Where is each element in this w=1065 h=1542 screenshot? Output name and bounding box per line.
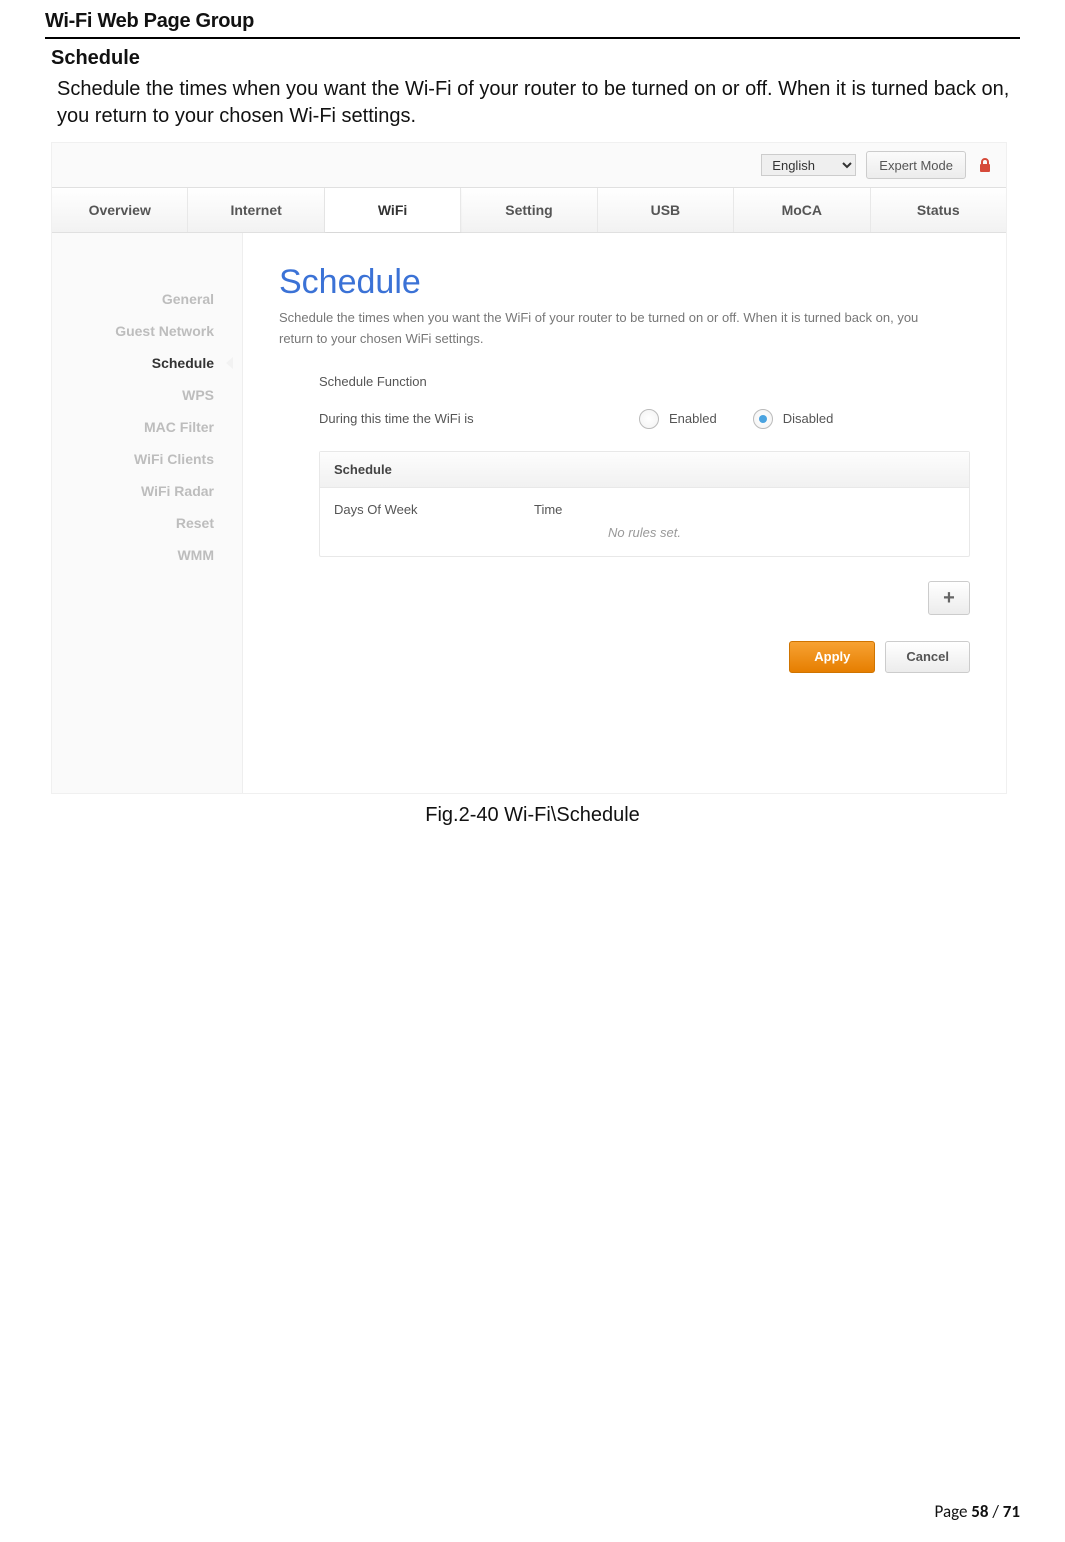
expert-mode-button[interactable]: Expert Mode <box>866 151 966 179</box>
sidebar-item-schedule[interactable]: Schedule <box>52 347 232 379</box>
content-panel: Schedule Schedule the times when you wan… <box>242 233 1006 793</box>
sidebar-item-wmm[interactable]: WMM <box>52 539 232 571</box>
column-days-of-week: Days Of Week <box>334 502 534 517</box>
sidebar-item-wps[interactable]: WPS <box>52 379 232 411</box>
sidebar: General Guest Network Schedule WPS MAC F… <box>52 233 242 793</box>
tab-setting[interactable]: Setting <box>461 188 597 232</box>
radio-disabled[interactable]: Disabled <box>753 409 834 429</box>
router-ui-screenshot: English Expert Mode Overview Internet Wi… <box>51 142 1007 794</box>
cancel-button[interactable]: Cancel <box>885 641 970 673</box>
section-title: Schedule <box>51 47 1020 70</box>
radio-dot-icon <box>639 409 659 429</box>
column-time: Time <box>534 502 562 517</box>
page-footer: Page 58 / 71 <box>935 1501 1020 1522</box>
schedule-table: Schedule Days Of Week Time No rules set. <box>319 451 970 557</box>
panel-title: Schedule <box>279 263 970 302</box>
footer-total-pages: 71 <box>1003 1501 1020 1522</box>
sidebar-item-wifi-clients[interactable]: WiFi Clients <box>52 443 232 475</box>
sidebar-item-reset[interactable]: Reset <box>52 507 232 539</box>
sidebar-item-guest-network[interactable]: Guest Network <box>52 315 232 347</box>
main-tabs: Overview Internet WiFi Setting USB MoCA … <box>52 187 1006 233</box>
tab-status[interactable]: Status <box>871 188 1006 232</box>
figure-caption: Fig.2-40 Wi-Fi\Schedule <box>45 804 1020 827</box>
group-title: Wi-Fi Web Page Group <box>45 10 1020 39</box>
footer-prefix: Page <box>935 1501 972 1522</box>
lock-icon[interactable] <box>976 156 994 174</box>
footer-sep: / <box>989 1501 1003 1522</box>
schedule-empty-message: No rules set. <box>320 525 969 556</box>
sidebar-item-mac-filter[interactable]: MAC Filter <box>52 411 232 443</box>
tab-usb[interactable]: USB <box>598 188 734 232</box>
apply-button[interactable]: Apply <box>789 641 875 673</box>
radio-dot-icon <box>753 409 773 429</box>
wifi-state-radio-group: Enabled Disabled <box>639 409 833 429</box>
tab-moca[interactable]: MoCA <box>734 188 870 232</box>
during-time-label: During this time the WiFi is <box>319 411 639 426</box>
add-rule-button[interactable]: + <box>928 581 970 615</box>
radio-enabled-label: Enabled <box>669 411 717 426</box>
radio-enabled[interactable]: Enabled <box>639 409 717 429</box>
tab-wifi[interactable]: WiFi <box>325 188 461 232</box>
sidebar-item-general[interactable]: General <box>52 283 232 315</box>
sidebar-item-wifi-radar[interactable]: WiFi Radar <box>52 475 232 507</box>
panel-description: Schedule the times when you want the WiF… <box>279 308 919 350</box>
section-intro: Schedule the times when you want the Wi-… <box>57 76 1016 130</box>
footer-current-page: 58 <box>971 1501 988 1522</box>
language-select[interactable]: English <box>761 154 856 176</box>
tab-overview[interactable]: Overview <box>52 188 188 232</box>
schedule-table-header: Schedule <box>320 452 969 488</box>
schedule-function-label: Schedule Function <box>319 374 639 389</box>
tab-internet[interactable]: Internet <box>188 188 324 232</box>
top-bar: English Expert Mode <box>52 143 1006 187</box>
radio-disabled-label: Disabled <box>783 411 834 426</box>
